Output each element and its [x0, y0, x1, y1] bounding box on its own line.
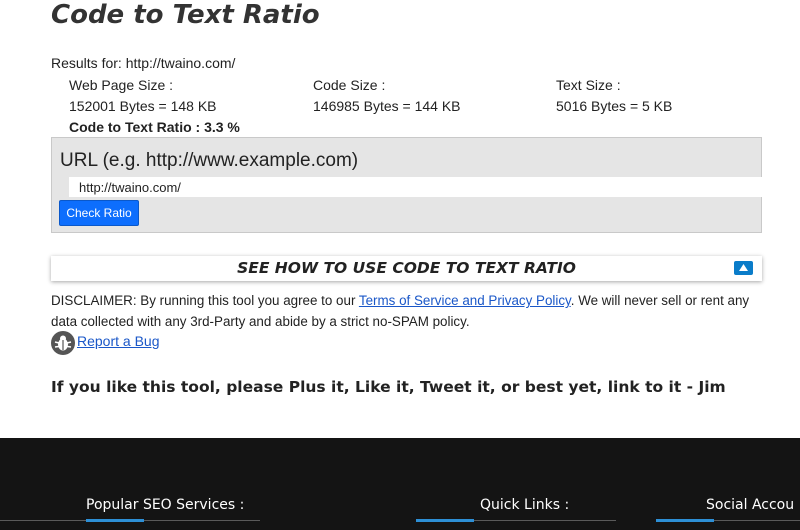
text-size-label: Text Size : [556, 77, 621, 93]
code-size-label: Code Size : [313, 77, 386, 93]
page-title: Code to Text Ratio [51, 0, 320, 30]
url-form: URL (e.g. http://www.example.com) Check … [51, 137, 774, 233]
url-input[interactable] [69, 177, 774, 197]
how-to-label: SEE HOW TO USE CODE TO TEXT RATIO [237, 259, 576, 277]
code-to-text-ratio: Code to Text Ratio : 3.3 % [69, 119, 240, 135]
footer-divider [144, 520, 260, 521]
disclaimer-text-start: DISCLAIMER: By running this tool you agr… [51, 293, 359, 308]
disclaimer: DISCLAIMER: By running this tool you agr… [51, 290, 771, 332]
footer-heading-quick-links: Quick Links : [480, 497, 570, 513]
terms-link[interactable]: Terms of Service and Privacy Policy [359, 293, 571, 308]
text-size-value: 5016 Bytes = 5 KB [556, 98, 673, 114]
results-for: Results for: http://twaino.com/ [51, 55, 236, 71]
footer: Popular SEO Services : Quick Links : Soc… [0, 438, 800, 530]
share-plea: If you like this tool, please Plus it, L… [51, 378, 726, 396]
url-label: URL (e.g. http://www.example.com) [60, 150, 359, 171]
footer-divider [714, 520, 800, 521]
code-size-value: 146985 Bytes = 144 KB [313, 98, 461, 114]
web-page-size-value: 152001 Bytes = 148 KB [69, 98, 217, 114]
footer-heading-social: Social Accou [706, 497, 795, 513]
how-to-accordion[interactable]: SEE HOW TO USE CODE TO TEXT RATIO [51, 256, 762, 281]
footer-underline-seo [86, 519, 144, 522]
check-ratio-button[interactable]: Check Ratio [59, 200, 139, 226]
footer-divider [474, 520, 616, 521]
web-page-size-label: Web Page Size : [69, 77, 174, 93]
bug-icon [51, 331, 75, 355]
footer-divider [0, 520, 86, 521]
report-bug-link[interactable]: Report a Bug [77, 333, 160, 349]
footer-underline-quick [416, 519, 474, 522]
footer-underline-social [656, 519, 714, 522]
accordion-toggle-button[interactable] [734, 261, 753, 275]
chevron-up-icon [739, 264, 748, 271]
footer-heading-seo-services: Popular SEO Services : [86, 497, 245, 513]
